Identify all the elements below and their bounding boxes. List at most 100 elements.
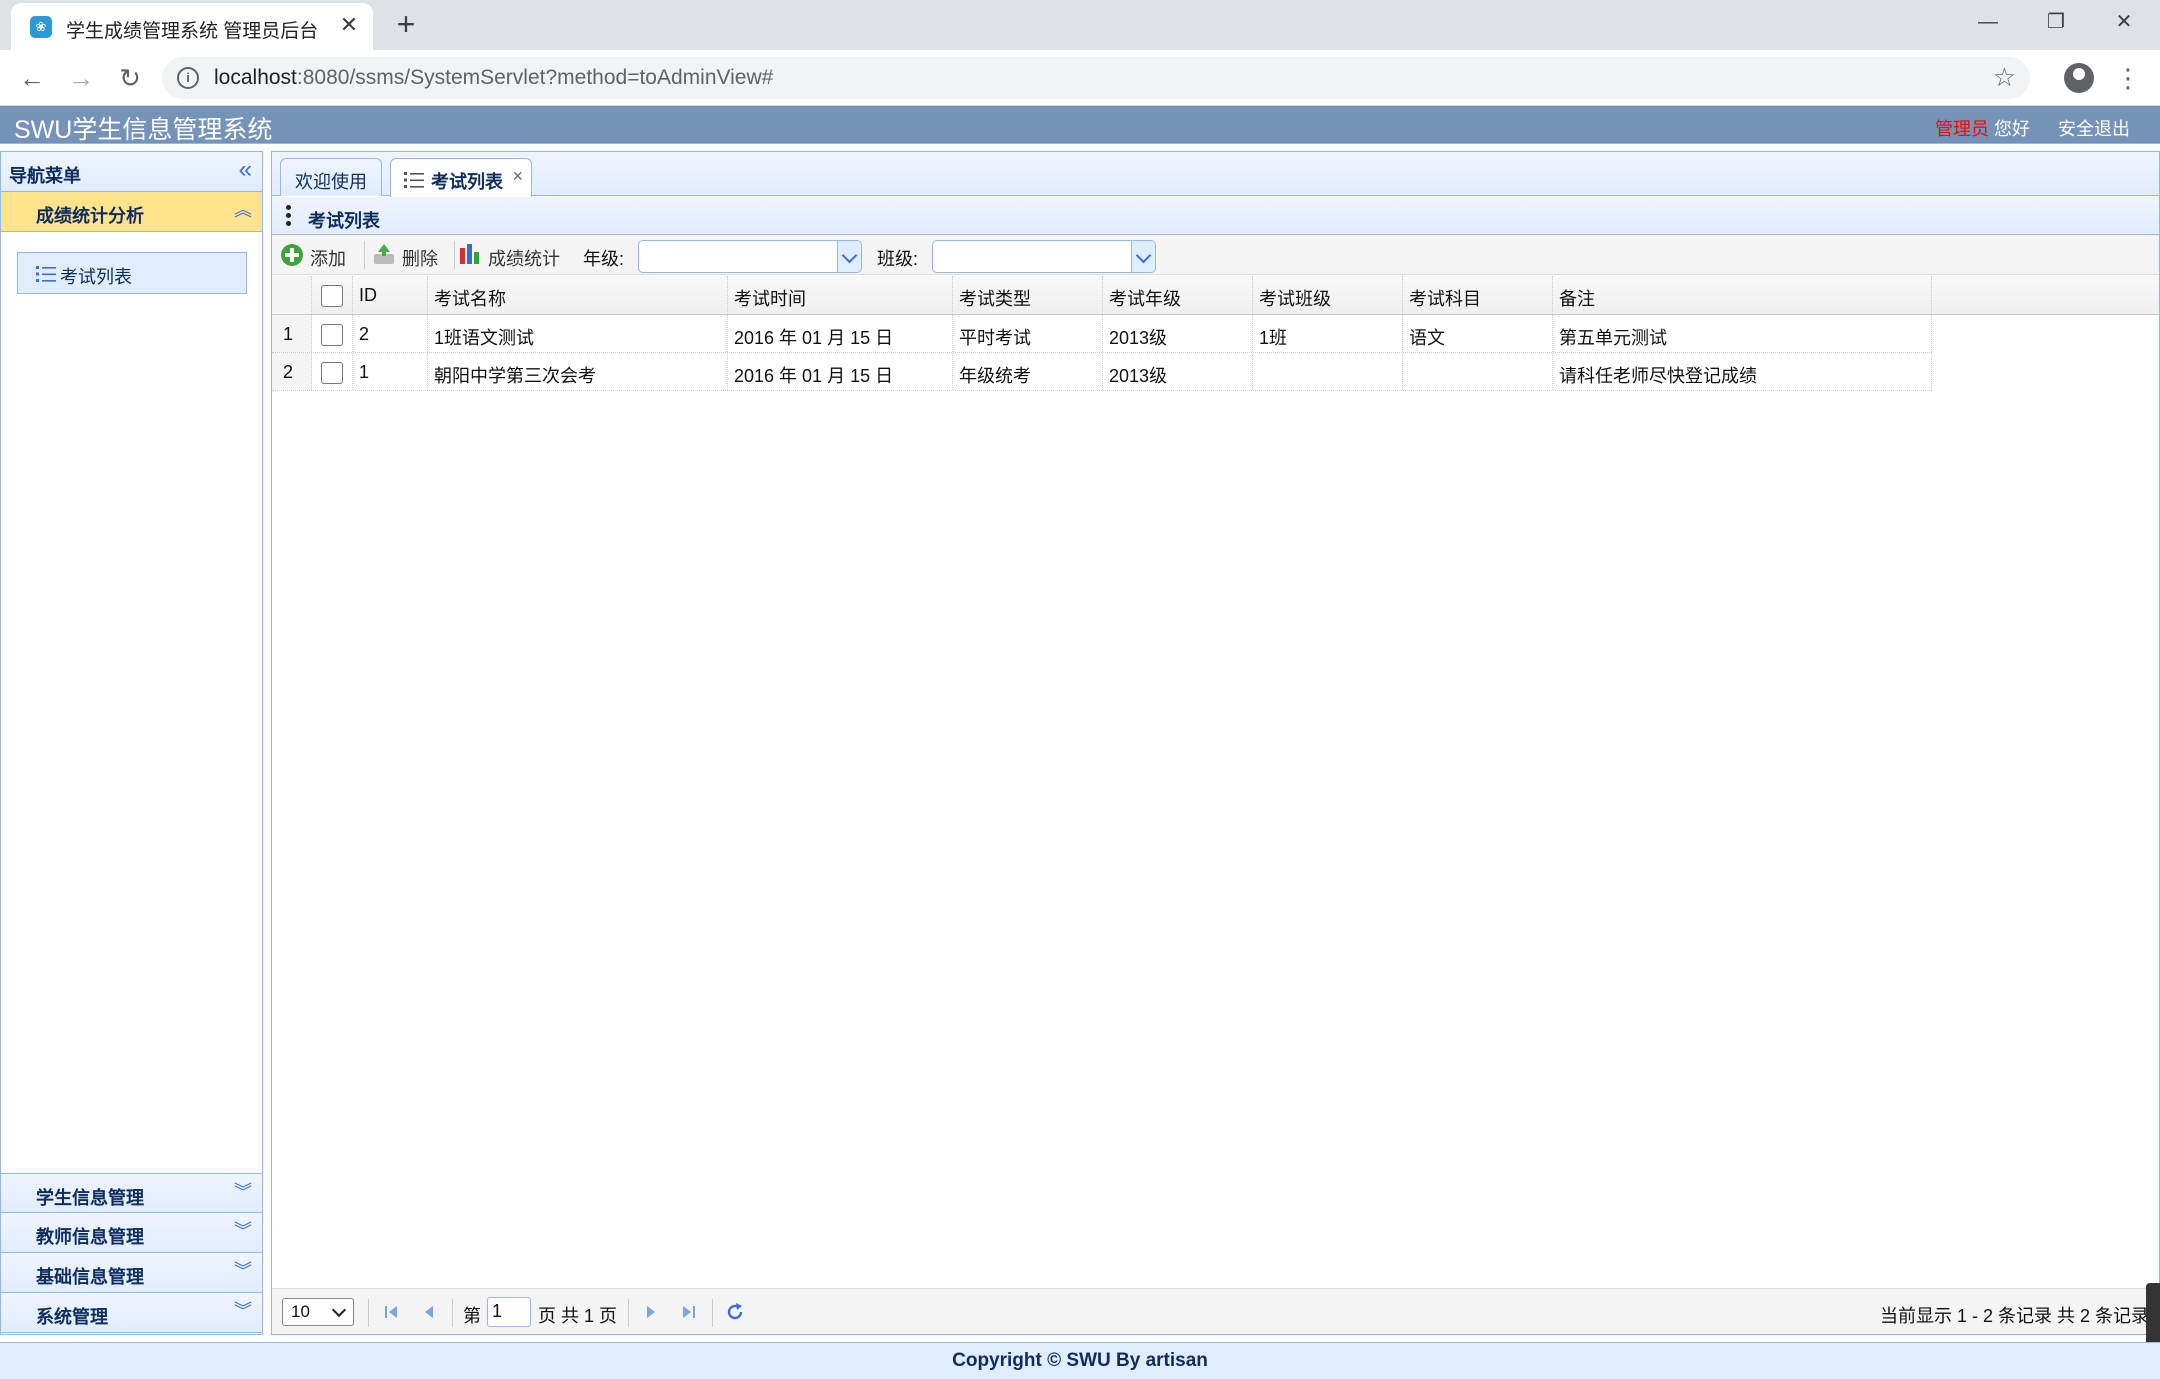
logout-link[interactable]: 安全退出 <box>2058 119 2130 139</box>
column-header[interactable]: 考试年级 <box>1103 276 1253 314</box>
content-panel: 欢迎使用 考试列表 × 考试列表 添加 删除 成绩统计 年级: 班级: ID 考… <box>271 151 2160 1335</box>
column-header[interactable]: 考试时间 <box>728 276 953 314</box>
column-header[interactable]: 考试班级 <box>1253 276 1403 314</box>
cell-exam-type: 平时考试 <box>953 315 1103 352</box>
nav-item-exam-list[interactable]: 考试列表 <box>17 252 247 294</box>
browser-tab-title: 学生成绩管理系统 管理员后台 <box>66 21 319 42</box>
new-tab-button[interactable]: + <box>389 8 423 42</box>
accordion-system[interactable]: 系统管理 ︾ <box>1 1293 262 1333</box>
chevron-down-icon[interactable]: ︾ <box>234 1221 252 1241</box>
cell-exam-subject: 语文 <box>1403 315 1553 352</box>
list-icon <box>36 266 56 282</box>
user-area: 管理员 您好 安全退出 <box>1935 115 2130 141</box>
forward-icon[interactable]: → <box>61 58 101 98</box>
class-combobox[interactable] <box>932 240 1156 273</box>
accordion-student-info[interactable]: 学生信息管理 ︾ <box>1 1173 262 1213</box>
nav-item-label: 考试列表 <box>60 267 132 287</box>
pager-divider <box>628 1299 629 1327</box>
minimize-icon[interactable]: — <box>1958 4 2018 40</box>
tab-label: 考试列表 <box>431 172 503 192</box>
cell-exam-grade: 2013级 <box>1103 353 1253 390</box>
content-tabs: 欢迎使用 考试列表 × <box>272 152 2159 197</box>
first-page-icon[interactable] <box>380 1301 402 1323</box>
column-header[interactable]: 考试名称 <box>428 276 728 314</box>
restore-icon[interactable]: ❐ <box>2026 4 2086 40</box>
close-tab-icon[interactable]: ✕ <box>336 12 362 38</box>
url-input[interactable]: i localhost:8080/ssms/SystemServlet?meth… <box>162 57 2030 99</box>
nav-panel: 导航菜单 « 成绩统计分析 ︽ 考试列表 学生信息管理 ︾ 教师信息管理 ︾ 基… <box>0 151 263 1335</box>
accordion-title: 教师信息管理 <box>36 1227 144 1247</box>
browser-menu-icon[interactable]: ⋮ <box>2115 60 2141 96</box>
app-header: SWU学生信息管理系统 管理员 您好 安全退出 <box>0 106 2160 144</box>
column-header[interactable]: 备注 <box>1553 276 1932 314</box>
close-tab-icon[interactable]: × <box>512 166 523 187</box>
row-checkbox[interactable] <box>321 324 343 346</box>
chevron-down-icon[interactable] <box>837 241 861 272</box>
chevron-down-icon[interactable]: ︾ <box>234 1182 252 1202</box>
tab-label: 欢迎使用 <box>295 172 367 192</box>
previous-page-icon[interactable] <box>418 1301 440 1323</box>
grade-combobox[interactable] <box>638 240 862 273</box>
chevron-down-icon[interactable] <box>1131 241 1155 272</box>
site-favicon-icon: ❀ <box>30 16 52 38</box>
class-filter-label: 班级: <box>877 249 919 269</box>
select-all-cell <box>312 276 353 314</box>
column-header[interactable]: 考试类型 <box>953 276 1103 314</box>
browser-tabstrip: ❀ 学生成绩管理系统 管理员后台 ✕ + — ❐ ✕ <box>0 0 2160 50</box>
site-info-icon[interactable]: i <box>177 67 199 89</box>
score-stats-button[interactable]: 成绩统计 <box>458 240 566 270</box>
nav-panel-title: 导航菜单 <box>9 166 81 186</box>
bookmark-star-icon[interactable]: ☆ <box>1993 62 2016 93</box>
row-select-cell <box>312 353 353 390</box>
chevron-up-icon[interactable]: ︽ <box>234 200 252 220</box>
browser-tab[interactable]: ❀ 学生成绩管理系统 管理员后台 ✕ <box>11 3 373 50</box>
chevron-down-icon[interactable]: ︾ <box>234 1261 252 1281</box>
add-button[interactable]: 添加 <box>280 240 358 270</box>
app-title: SWU学生信息管理系统 <box>14 116 273 144</box>
next-page-icon[interactable] <box>640 1301 662 1323</box>
cell-exam-name: 1班语文测试 <box>428 315 728 352</box>
grade-filter-label: 年级: <box>583 249 625 269</box>
more-vertical-icon[interactable] <box>286 205 292 227</box>
record-count-info: 当前显示 1 - 2 条记录 共 2 条记录 <box>1879 1306 2149 1326</box>
page-prefix: 第 <box>463 1306 481 1326</box>
tab-welcome[interactable]: 欢迎使用 <box>280 158 382 196</box>
back-icon[interactable]: ← <box>12 58 52 98</box>
page-size-select[interactable]: 10 <box>282 1298 354 1326</box>
add-label: 添加 <box>310 249 346 269</box>
refresh-icon[interactable] <box>724 1301 746 1323</box>
last-page-icon[interactable] <box>678 1301 700 1323</box>
score-stats-label: 成绩统计 <box>488 249 560 269</box>
table-row[interactable]: 2 1 朝阳中学第三次会考 2016 年 01 月 15 日 年级统考 2013… <box>272 353 1932 391</box>
collapse-panel-icon[interactable]: « <box>239 158 252 182</box>
toolbar-divider <box>364 241 365 269</box>
pager-divider <box>712 1299 713 1327</box>
page-number-input[interactable]: 1 <box>487 1297 531 1327</box>
cell-exam-type: 年级统考 <box>953 353 1103 390</box>
list-icon <box>404 172 424 188</box>
reload-icon[interactable]: ↻ <box>110 58 150 98</box>
delete-icon <box>374 244 394 264</box>
cell-exam-time: 2016 年 01 月 15 日 <box>728 353 953 390</box>
delete-button[interactable]: 删除 <box>372 240 448 270</box>
cell-id: 1 <box>353 353 428 390</box>
chevron-down-icon[interactable]: ︾ <box>234 1301 252 1321</box>
accordion-basic-info[interactable]: 基础信息管理 ︾ <box>1 1253 262 1293</box>
select-all-checkbox[interactable] <box>321 285 343 307</box>
nav-panel-header: 导航菜单 « <box>1 152 262 192</box>
accordion-title: 基础信息管理 <box>36 1267 144 1287</box>
column-header[interactable]: ID <box>353 276 428 314</box>
delete-label: 删除 <box>402 249 438 269</box>
cell-remark: 第五单元测试 <box>1553 315 1932 352</box>
column-header[interactable]: 考试科目 <box>1403 276 1553 314</box>
row-number: 2 <box>272 353 312 390</box>
table-row[interactable]: 1 2 1班语文测试 2016 年 01 月 15 日 平时考试 2013级 1… <box>272 315 1932 353</box>
cell-exam-class: 1班 <box>1253 315 1403 352</box>
profile-icon[interactable] <box>2064 63 2094 93</box>
accordion-teacher-info[interactable]: 教师信息管理 ︾ <box>1 1213 262 1253</box>
accordion-score-analysis[interactable]: 成绩统计分析 ︽ <box>1 192 262 232</box>
window-close-icon[interactable]: ✕ <box>2094 4 2154 40</box>
tab-exam-list[interactable]: 考试列表 × <box>390 158 532 197</box>
table-header: ID 考试名称 考试时间 考试类型 考试年级 考试班级 考试科目 备注 <box>272 276 2159 315</box>
row-checkbox[interactable] <box>321 362 343 384</box>
